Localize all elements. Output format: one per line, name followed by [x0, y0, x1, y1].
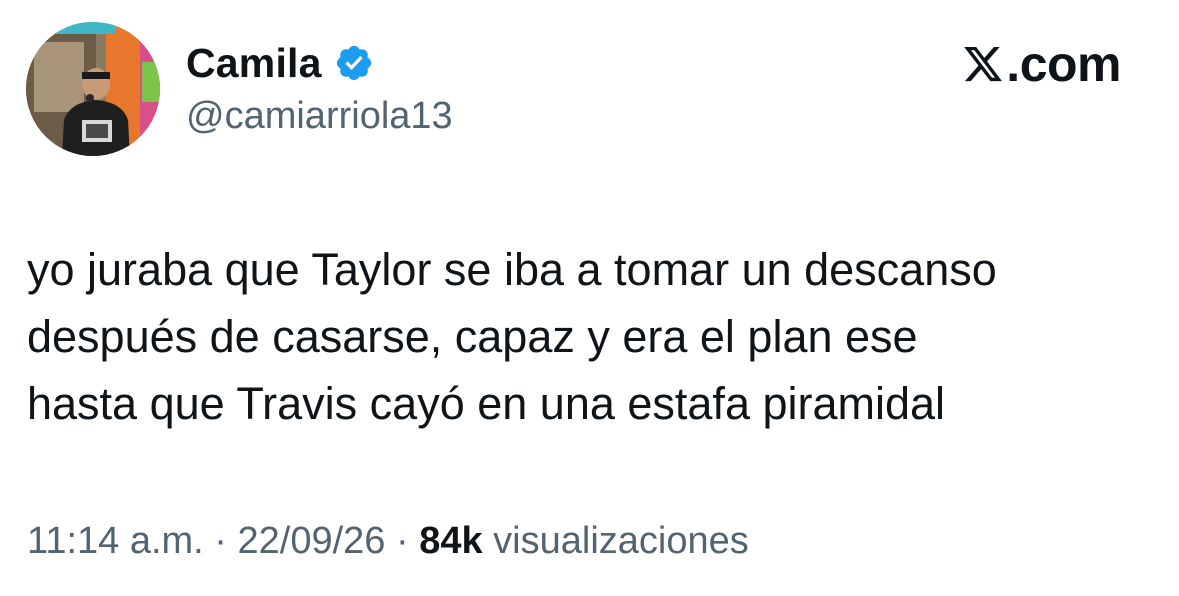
site-logo: .com [962, 34, 1121, 94]
tweet-time[interactable]: 11:14 a.m. [27, 520, 204, 562]
x-logo-icon [962, 43, 1004, 85]
display-name[interactable]: Camila [186, 38, 322, 88]
views-label: visualizaciones [482, 520, 749, 562]
views-count[interactable]: 84k [419, 520, 482, 562]
tweet-date[interactable]: 22/09/26 [238, 520, 386, 562]
site-domain: .com [1006, 36, 1121, 92]
avatar[interactable] [26, 22, 160, 156]
verified-badge-icon [334, 43, 374, 83]
meta-separator: · [385, 520, 420, 562]
author-handle[interactable]: @camiarriola13 [186, 92, 453, 140]
tweet-meta: 11:14 a.m. · 22/09/26 · 84k visualizacio… [27, 515, 749, 567]
tweet-line: después de casarse, capaz y era el plan … [27, 311, 918, 362]
avatar-photo [26, 22, 160, 156]
tweet-text: yo juraba que Taylor se iba a tomar un d… [27, 236, 1157, 437]
author-name-row: Camila [186, 38, 374, 88]
tweet-line: yo juraba que Taylor se iba a tomar un d… [27, 244, 997, 295]
meta-separator: · [203, 520, 238, 562]
tweet-line: hasta que Travis cayó en una estafa pira… [27, 378, 946, 429]
